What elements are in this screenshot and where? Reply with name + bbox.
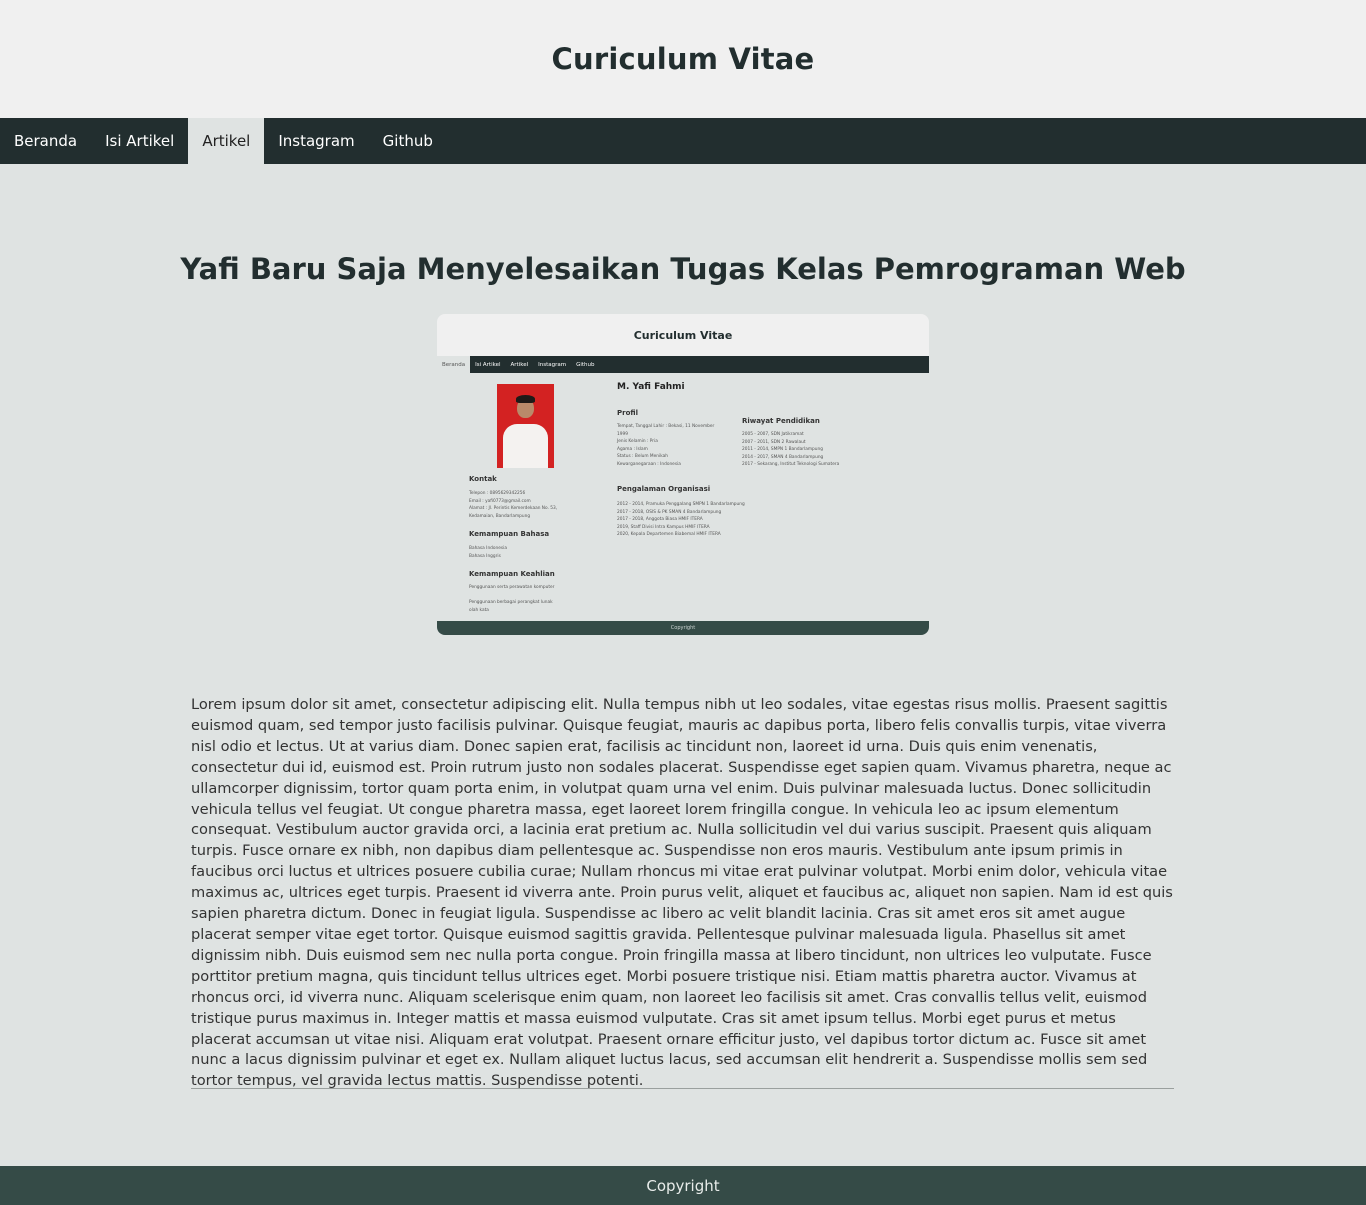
preview-nav-item: Artikel bbox=[510, 361, 529, 368]
nav-item-isi-artikel[interactable]: Isi Artikel bbox=[91, 118, 188, 164]
site-title: Curiculum Vitae bbox=[551, 42, 815, 76]
footer-copyright: Copyright bbox=[646, 1176, 720, 1195]
preview-keahlian-text: Penggunaan serta perawatan komputer Peng… bbox=[469, 585, 555, 613]
preview-pendidikan-heading: Riwayat Pendidikan bbox=[742, 417, 820, 425]
cv-screenshot-image: Curiculum Vitae Beranda Isi Artikel Arti… bbox=[437, 314, 929, 635]
main-nav: Beranda Isi Artikel Artikel Instagram Gi… bbox=[0, 118, 1366, 164]
preview-name: M. Yafi Fahmi bbox=[617, 382, 685, 392]
divider bbox=[191, 1088, 1174, 1089]
preview-footer: Copyright bbox=[437, 621, 929, 635]
preview-kontak-text: Telepon : 0895629342256 Email : yafi0773… bbox=[469, 491, 558, 519]
preview-organisasi-heading: Pengalaman Organisasi bbox=[617, 485, 711, 493]
site-header: Curiculum Vitae bbox=[0, 0, 1366, 118]
preview-keahlian-heading: Kemampuan Keahlian bbox=[469, 570, 555, 578]
article-title: Yafi Baru Saja Menyelesaikan Tugas Kelas… bbox=[180, 252, 1186, 286]
preview-nav-item: Isi Artikel bbox=[475, 361, 501, 368]
site-footer: Copyright bbox=[0, 1166, 1366, 1205]
preview-nav-item: Beranda bbox=[437, 356, 471, 373]
nav-item-github[interactable]: Github bbox=[369, 118, 447, 164]
nav-item-beranda[interactable]: Beranda bbox=[0, 118, 91, 164]
main-content: Yafi Baru Saja Menyelesaikan Tugas Kelas… bbox=[0, 164, 1366, 1166]
preview-bahasa-heading: Kemampuan Bahasa bbox=[469, 530, 550, 538]
nav-item-artikel[interactable]: Artikel bbox=[188, 118, 265, 164]
preview-nav-item: Instagram bbox=[538, 361, 567, 368]
nav-item-instagram[interactable]: Instagram bbox=[264, 118, 368, 164]
preview-organisasi-text: 2012 - 2014, Pramuka Penggalang SMPN 1 B… bbox=[617, 502, 745, 537]
preview-profil-heading: Profil bbox=[617, 409, 638, 417]
preview-profil-text: Tempat, Tanggal Lahir : Bekasi, 11 Novem… bbox=[617, 424, 715, 467]
profile-photo bbox=[497, 384, 554, 468]
preview-nav: Beranda Isi Artikel Artikel Instagram Gi… bbox=[437, 356, 929, 373]
preview-nav-item: Github bbox=[576, 361, 595, 368]
article-body: Lorem ipsum dolor sit amet, consectetur … bbox=[191, 696, 1173, 1090]
preview-kontak-heading: Kontak bbox=[469, 475, 497, 483]
preview-bahasa-text: Bahasa Indonesia Bahasa Inggris bbox=[469, 546, 507, 559]
preview-header: Curiculum Vitae bbox=[437, 314, 929, 356]
preview-body: M. Yafi Fahmi Profil Tempat, Tanggal Lah… bbox=[437, 373, 929, 621]
preview-pendidikan-text: 2005 - 2007, SDN Jatikramat 2007 - 2011,… bbox=[742, 432, 840, 467]
